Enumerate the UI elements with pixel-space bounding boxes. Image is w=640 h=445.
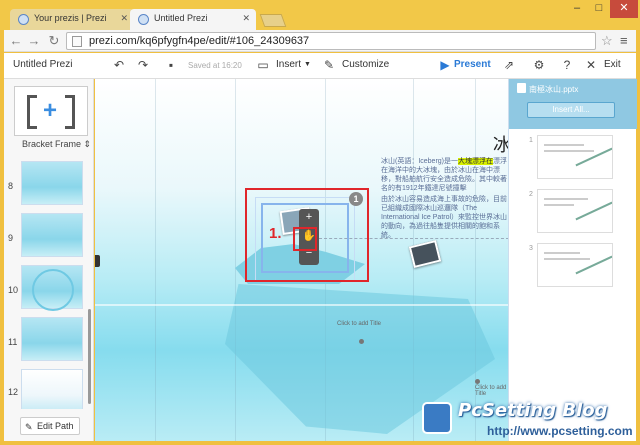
forward-icon[interactable]: → xyxy=(26,33,42,49)
edit-path-button[interactable]: ✎ Edit Path xyxy=(20,417,80,435)
address-bar[interactable]: prezi.com/kq6pfygfn4pe/edit/#106_2430963… xyxy=(66,32,596,50)
slide-thumb-11[interactable] xyxy=(21,317,83,361)
save-icon[interactable]: ▪ xyxy=(164,58,178,72)
import-slide-number: 1 xyxy=(529,137,533,144)
saved-status: Saved at 16:20 xyxy=(188,61,242,70)
prezi-toolbar: Untitled Prezi ↶ ↷ ▪ Saved at 16:20 ▭ In… xyxy=(4,53,636,79)
edit-path-label: Edit Path xyxy=(37,421,74,431)
slide-thumb-12[interactable] xyxy=(21,369,83,409)
slide-number: 12 xyxy=(8,387,19,397)
undo-icon[interactable]: ↶ xyxy=(112,58,126,72)
sidebar-scrollbar[interactable] xyxy=(88,309,91,404)
slide-number: 9 xyxy=(8,233,14,243)
import-file-name: 南極冰山.pptx xyxy=(529,85,579,94)
slide-number: 11 xyxy=(8,337,18,347)
play-icon: ▶ xyxy=(440,58,450,72)
gear-icon[interactable]: ⚙ xyxy=(532,58,546,72)
add-frame-button[interactable]: + xyxy=(14,86,88,136)
canvas-title[interactable]: 冰 xyxy=(493,131,508,157)
prezi-title[interactable]: Untitled Prezi xyxy=(13,59,72,70)
import-panel-header: 南極冰山.pptx Insert All... xyxy=(509,79,637,129)
placeholder-label[interactable]: Click to add Title xyxy=(337,321,381,327)
annotation-label: 1. xyxy=(269,225,282,242)
exit-button[interactable]: Exit xyxy=(604,59,621,70)
tab-your-prezis[interactable]: Your prezis | Prezi ✕ xyxy=(10,9,134,30)
pptx-file-icon xyxy=(517,83,526,93)
close-tab-icon[interactable]: ✕ xyxy=(242,13,250,24)
canvas-paragraph-2[interactable]: 由於冰山容易造成海上事故的危險，目前已組織成國際冰山巡邏隊（The Intern… xyxy=(381,195,508,240)
frame-type-select[interactable]: Bracket Frame ⇕ xyxy=(22,139,91,150)
bracket-right-icon xyxy=(65,95,75,129)
present-button[interactable]: Present xyxy=(454,59,491,70)
import-panel: 南極冰山.pptx Insert All... 1 2 3 xyxy=(508,79,637,441)
annotation-highlight xyxy=(293,227,317,251)
import-slide-number: 2 xyxy=(529,191,533,198)
back-icon[interactable]: ← xyxy=(8,33,24,49)
sidebar-collapse-handle[interactable] xyxy=(95,255,100,267)
slide-thumb-9[interactable] xyxy=(21,213,83,257)
share-icon[interactable]: ⇗ xyxy=(502,58,516,72)
path-sidebar: + Bracket Frame ⇕ 8 9 10 11 12 ✎ Edit Pa… xyxy=(4,79,94,441)
prezi-favicon-icon xyxy=(18,14,29,25)
import-slide-1[interactable] xyxy=(537,135,613,179)
import-slide-3[interactable] xyxy=(537,243,613,287)
prezi-favicon-icon xyxy=(138,14,149,25)
tab-strip: Your prezis | Prezi ✕ Untitled Prezi ✕ –… xyxy=(0,0,640,30)
bracket-left-icon xyxy=(27,95,37,129)
placeholder-label[interactable]: Click to add Title xyxy=(475,385,508,397)
navigation-bar: ← → ↻ prezi.com/kq6pfygfn4pe/edit/#106_2… xyxy=(4,30,636,52)
close-window-icon[interactable]: ✕ xyxy=(610,0,638,18)
path-point[interactable] xyxy=(475,379,480,384)
watermark-logo xyxy=(422,402,452,434)
watermark-url: http://www.pcsetting.com xyxy=(487,424,633,438)
slide-number: 10 xyxy=(8,285,19,295)
help-icon[interactable]: ? xyxy=(560,58,574,72)
bookmark-star-icon[interactable]: ☆ xyxy=(601,33,613,49)
iceberg-underwater-image xyxy=(225,284,495,434)
path-point[interactable] xyxy=(359,339,364,344)
insert-menu[interactable]: Insert xyxy=(276,59,301,70)
prezi-canvas[interactable]: 冰 冰山(英語：Iceberg)是一大塊漂浮在漂浮在海洋中的大冰塊，由於冰山在海… xyxy=(95,79,508,441)
waterline xyxy=(95,304,508,306)
redo-icon[interactable]: ↷ xyxy=(136,58,150,72)
browser-window: Your prezis | Prezi ✕ Untitled Prezi ✕ –… xyxy=(0,0,640,445)
import-slide-number: 3 xyxy=(529,245,533,252)
guide-line xyxy=(235,79,236,441)
slide-thumb-8[interactable] xyxy=(21,161,83,205)
plus-icon: + xyxy=(43,97,58,124)
customize-button[interactable]: Customize xyxy=(342,59,389,70)
minimize-icon[interactable]: – xyxy=(566,0,588,18)
guide-line xyxy=(155,79,156,441)
url-text: prezi.com/kq6pfygfn4pe/edit/#106_2430963… xyxy=(89,35,310,47)
insert-all-button[interactable]: Insert All... xyxy=(527,102,615,118)
pencil-icon: ✎ xyxy=(25,422,33,432)
reload-icon[interactable]: ↻ xyxy=(46,33,62,49)
browser-menu-icon[interactable]: ≡ xyxy=(620,33,628,48)
new-tab-button[interactable] xyxy=(259,14,287,27)
slide-number: 8 xyxy=(8,181,14,191)
exit-icon: ✕ xyxy=(585,58,597,72)
page-icon xyxy=(72,36,82,47)
watermark-brand: PcSetting Blog xyxy=(458,400,608,421)
customize-icon: ✎ xyxy=(323,58,335,72)
close-tab-icon[interactable]: ✕ xyxy=(120,13,128,24)
import-slide-2[interactable] xyxy=(537,189,613,233)
insert-icon: ▭ xyxy=(257,58,269,72)
tab-label: Your prezis | Prezi xyxy=(34,13,107,23)
tab-untitled-prezi[interactable]: Untitled Prezi ✕ xyxy=(130,9,256,30)
chevron-down-icon: ▼ xyxy=(304,61,311,68)
maximize-icon[interactable]: □ xyxy=(588,0,610,18)
slide-list: 8 9 10 11 12 xyxy=(4,161,92,409)
slide-thumb-10[interactable] xyxy=(21,265,83,311)
tab-label: Untitled Prezi xyxy=(154,13,208,23)
canvas-paragraph-1[interactable]: 冰山(英語：Iceberg)是一大塊漂浮在漂浮在海洋中的大冰塊，由於冰山在海中漂… xyxy=(381,157,508,193)
